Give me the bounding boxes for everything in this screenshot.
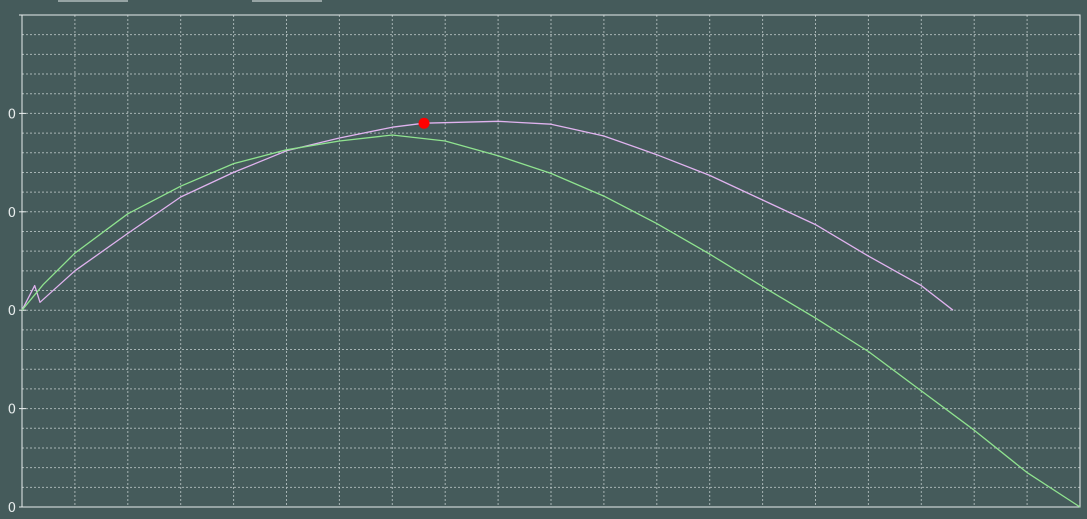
peak-marker (418, 117, 430, 129)
y-tick-label: 0 (8, 206, 16, 221)
y-tick-label: 0 (8, 501, 16, 515)
y-tick-label: 0 (8, 107, 16, 122)
grid (22, 15, 1080, 507)
y-axis: 0 0 0 0 0 (8, 14, 26, 516)
trajectory-chart: 0 0 0 0 0 (8, 0, 1081, 516)
y-tick-label: 0 (8, 403, 16, 418)
y-tick-label: 0 (8, 304, 16, 319)
series-line-1 (21, 120, 954, 311)
chart-container: 0 0 0 0 0 (0, 0, 1087, 516)
marker-group (418, 117, 430, 129)
